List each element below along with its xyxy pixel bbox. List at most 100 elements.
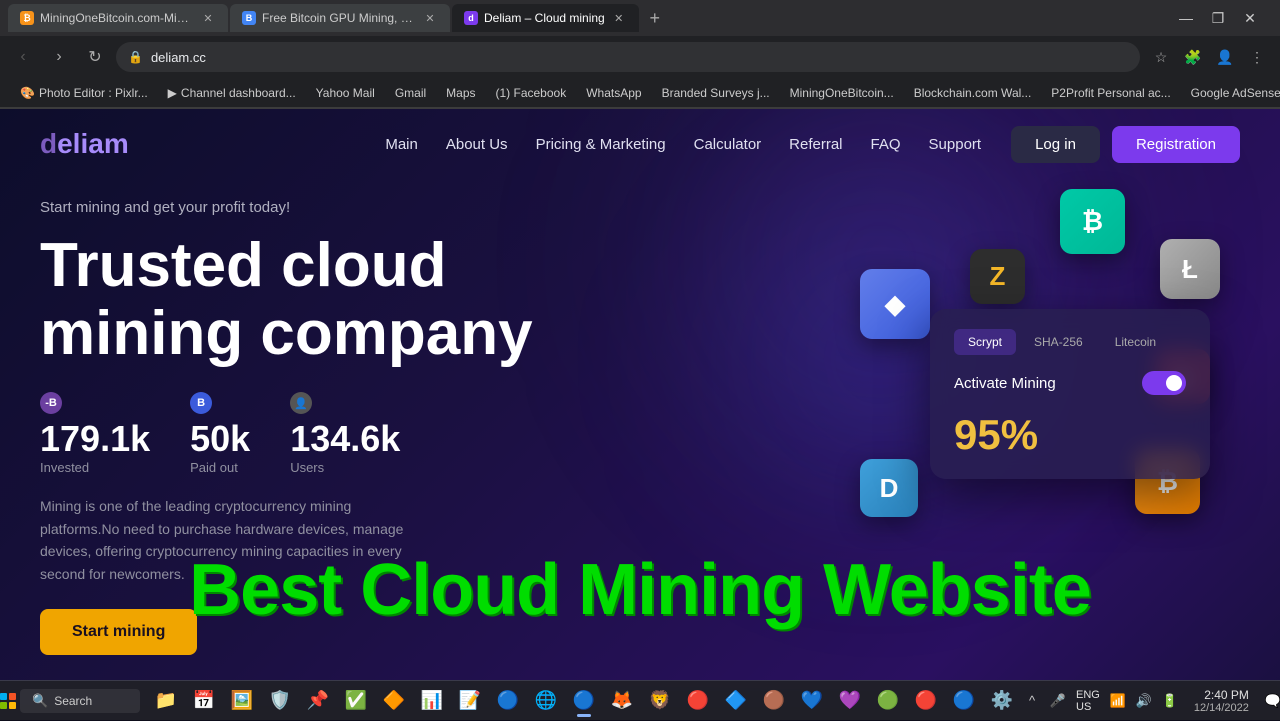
taskbar-apps: 📁 📅 🖼️ 🛡️ 📌 ✅ 🔶 📊 📝 🔵 🌐 🔵 🦊 🦁 🔴 🔷 🟤 💙 💜 …	[148, 683, 1020, 719]
bookmark-gmail[interactable]: Gmail	[387, 84, 434, 102]
nav-support[interactable]: Support	[929, 136, 982, 153]
reload-button[interactable]: ↻	[80, 42, 110, 72]
toolbar-icons: ☆ 🧩 👤 ⋮	[1146, 42, 1272, 72]
tab-bar: ₿ MiningOneBitcoin.com-Mining... ✕ B Fre…	[0, 0, 1280, 36]
start-mining-button[interactable]: Start mining	[40, 609, 197, 655]
bookmark-whatsapp[interactable]: WhatsApp	[578, 84, 649, 102]
taskbar-app-orange[interactable]: 🔶	[376, 683, 412, 719]
systray-battery[interactable]: 🔋	[1158, 689, 1182, 713]
taskbar-file-explorer[interactable]: 📁	[148, 683, 184, 719]
bookmark-facebook[interactable]: (1) Facebook	[488, 84, 575, 102]
browser-extensions-icon[interactable]: 🧩	[1178, 42, 1208, 72]
hero-title: Trusted cloud mining company	[40, 232, 660, 368]
nav-referral[interactable]: Referral	[789, 136, 842, 153]
taskbar-app-green[interactable]: 🟢	[870, 683, 906, 719]
bookmark-mining-one[interactable]: MiningOneBitcoin...	[782, 84, 902, 102]
nav-links: Main About Us Pricing & Marketing Calcul…	[385, 136, 981, 153]
site-navigation: deliam Main About Us Pricing & Marketing…	[0, 109, 1280, 179]
taskbar-app-teal[interactable]: 🔵	[946, 683, 982, 719]
stat-icon-paidout: B	[190, 392, 212, 414]
systray-network[interactable]: 📶	[1106, 689, 1130, 713]
taskbar-photos[interactable]: 🖼️	[224, 683, 260, 719]
taskbar-app-red2[interactable]: 🔴	[908, 683, 944, 719]
browser-tab-1[interactable]: ₿ MiningOneBitcoin.com-Mining... ✕	[8, 4, 228, 32]
hero-title-line2: mining company	[40, 299, 533, 368]
bookmark-maps[interactable]: Maps	[438, 84, 483, 102]
tab-favicon-3: d	[464, 11, 478, 25]
bookmark-icon: ▶	[168, 86, 177, 100]
taskbar-firefox[interactable]: 🦊	[604, 683, 640, 719]
site-logo[interactable]: deliam	[40, 128, 129, 160]
taskbar-excel[interactable]: 📊	[414, 683, 450, 719]
taskbar-calendar[interactable]: 📅	[186, 683, 222, 719]
profile-icon[interactable]: 👤	[1210, 42, 1240, 72]
address-text: deliam.cc	[151, 50, 1128, 65]
systray-show-hidden[interactable]: ^	[1020, 689, 1044, 713]
address-bar[interactable]: 🔒 deliam.cc	[116, 42, 1140, 72]
notification-center[interactable]: 🗨️	[1261, 689, 1280, 713]
windows-logo	[0, 693, 16, 709]
taskbar-app-purple[interactable]: 💜	[832, 683, 868, 719]
tab-close-2[interactable]: ✕	[422, 10, 438, 26]
more-menu-icon[interactable]: ⋮	[1242, 42, 1272, 72]
taskbar-pin[interactable]: 📌	[300, 683, 336, 719]
taskbar-todo[interactable]: ✅	[338, 683, 374, 719]
taskbar-brave[interactable]: 🦁	[642, 683, 678, 719]
bookmark-adsense[interactable]: Google AdSense	[1183, 84, 1280, 102]
nav-about[interactable]: About Us	[446, 136, 508, 153]
nav-main[interactable]: Main	[385, 136, 418, 153]
forward-button[interactable]: ›	[44, 42, 74, 72]
stat-invested: -B 179.1k Invested	[40, 392, 150, 475]
hero-tagline: Start mining and get your profit today!	[40, 199, 1240, 216]
taskbar-word[interactable]: 📝	[452, 683, 488, 719]
search-label: Search	[54, 694, 92, 708]
tab-close-1[interactable]: ✕	[200, 10, 216, 26]
hero-title-line1: Trusted cloud	[40, 231, 446, 300]
taskbar-app-brown[interactable]: 🟤	[756, 683, 792, 719]
taskbar-search[interactable]: 🔍 Search	[20, 689, 140, 713]
language-badge[interactable]: ENGUS	[1072, 687, 1104, 715]
browser-tab-3[interactable]: d Deliam – Cloud mining ✕	[452, 4, 639, 32]
systray-microphone[interactable]: 🎤	[1046, 689, 1070, 713]
taskbar-shield[interactable]: 🛡️	[262, 683, 298, 719]
back-button[interactable]: ‹	[8, 42, 38, 72]
taskbar-app-blue2[interactable]: 💙	[794, 683, 830, 719]
window-close[interactable]: ✕	[1236, 4, 1264, 32]
stat-icon-invested: -B	[40, 392, 62, 414]
taskbar-opera[interactable]: 🔴	[680, 683, 716, 719]
stat-value-invested: 179.1k	[40, 418, 150, 460]
nav-pricing[interactable]: Pricing & Marketing	[536, 136, 666, 153]
bookmark-channel[interactable]: ▶ Channel dashboard...	[160, 84, 304, 102]
stat-label-paidout: Paid out	[190, 460, 250, 475]
systray-sound[interactable]: 🔊	[1132, 689, 1156, 713]
taskbar-edge[interactable]: 🌐	[528, 683, 564, 719]
browser-tab-2[interactable]: B Free Bitcoin GPU Mining, Cloud... ✕	[230, 4, 450, 32]
stat-label-users: Users	[290, 460, 400, 475]
bookmark-star-icon[interactable]: ☆	[1146, 42, 1176, 72]
bookmark-yahoo-mail[interactable]: Yahoo Mail	[308, 84, 383, 102]
stats-row: -B 179.1k Invested B 50k Paid out 👤 134.…	[40, 392, 1240, 475]
window-maximize[interactable]: ❐	[1204, 4, 1232, 32]
nav-calculator[interactable]: Calculator	[694, 136, 762, 153]
new-tab-button[interactable]: +	[641, 4, 669, 32]
taskbar-onenote[interactable]: 🔵	[490, 683, 526, 719]
bookmark-p2profit[interactable]: P2Profit Personal ac...	[1043, 84, 1178, 102]
tab-close-3[interactable]: ✕	[611, 10, 627, 26]
window-minimize[interactable]: —	[1172, 4, 1200, 32]
nav-faq[interactable]: FAQ	[871, 136, 901, 153]
tab-title-1: MiningOneBitcoin.com-Mining...	[40, 11, 194, 25]
taskbar-settings[interactable]: ⚙️	[984, 683, 1020, 719]
login-button[interactable]: Log in	[1011, 126, 1100, 163]
hero-description: Mining is one of the leading cryptocurre…	[40, 495, 420, 585]
start-button[interactable]	[0, 681, 16, 721]
bookmark-photo-editor[interactable]: 🎨 Photo Editor : Pixlr...	[12, 84, 156, 102]
register-button[interactable]: Registration	[1112, 126, 1240, 163]
window-controls: — ❐ ✕	[1172, 4, 1272, 32]
taskbar-chrome[interactable]: 🔵	[566, 683, 602, 719]
taskbar-vivaldi[interactable]: 🔷	[718, 683, 754, 719]
taskbar-clock[interactable]: 2:40 PM 12/14/2022	[1186, 688, 1257, 714]
bookmark-blockchain[interactable]: Blockchain.com Wal...	[906, 84, 1040, 102]
taskbar-right: ^ 🎤 ENGUS 📶 🔊 🔋 2:40 PM 12/14/2022 🗨️	[1020, 687, 1280, 715]
stat-value-users: 134.6k	[290, 418, 400, 460]
bookmark-branded-surveys[interactable]: Branded Surveys j...	[654, 84, 778, 102]
